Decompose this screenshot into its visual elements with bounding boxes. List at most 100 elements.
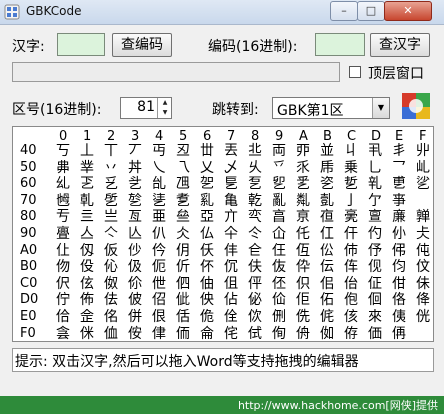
char-cell[interactable]: 乶 — [392, 177, 406, 191]
char-cell[interactable]: 丯 — [392, 144, 406, 158]
char-cell[interactable]: 伹 — [224, 277, 238, 291]
char-cell[interactable]: 仭 — [80, 244, 94, 258]
char-cell[interactable]: 仐 — [224, 227, 238, 241]
char-cell[interactable]: 亄 — [320, 194, 334, 208]
char-cell[interactable]: 佪 — [368, 293, 382, 307]
char-cell[interactable]: 佡 — [272, 293, 286, 307]
char-cell[interactable]: 伓 — [200, 260, 214, 274]
char-cell[interactable]: 乿 — [200, 194, 214, 208]
char-cell[interactable]: 來 — [368, 310, 382, 324]
char-cell[interactable]: 乷 — [416, 177, 430, 191]
char-cell[interactable]: 丱 — [416, 144, 430, 158]
hanzi-input[interactable] — [57, 33, 105, 56]
char-cell[interactable]: 乪 — [176, 177, 190, 191]
char-cell[interactable]: 侒 — [128, 327, 142, 341]
char-cell[interactable]: 佒 — [200, 293, 214, 307]
char-cell[interactable]: 亂 — [272, 194, 286, 208]
char-cell[interactable]: 亷 — [392, 210, 406, 224]
char-cell[interactable]: 仸 — [200, 244, 214, 258]
char-cell[interactable]: 佭 — [416, 293, 430, 307]
char-cell[interactable]: 仴 — [176, 244, 190, 258]
char-cell[interactable]: 伇 — [80, 260, 94, 274]
char-cell[interactable]: 仩 — [56, 244, 70, 258]
char-cell[interactable]: 亸 — [416, 210, 430, 224]
spin-up-icon[interactable]: ▲ — [158, 98, 172, 108]
char-cell[interactable]: 乛 — [392, 161, 406, 175]
area-spinner[interactable]: 81 ▲ ▼ — [120, 97, 172, 119]
char-cell[interactable]: 乄 — [224, 161, 238, 175]
close-button[interactable]: ✕ — [384, 1, 432, 21]
char-cell[interactable]: 亾 — [128, 227, 142, 241]
char-cell[interactable]: 乣 — [56, 177, 70, 191]
char-cell[interactable]: 乥 — [104, 177, 118, 191]
char-cell[interactable]: 乺 — [104, 194, 118, 208]
char-cell[interactable]: 丂 — [56, 144, 70, 158]
char-cell[interactable]: 侓 — [152, 327, 166, 341]
char-cell[interactable]: 亃 — [296, 194, 310, 208]
char-cell[interactable]: 伨 — [392, 260, 406, 274]
char-cell[interactable]: 佊 — [128, 293, 142, 307]
char-cell[interactable]: 乢 — [416, 161, 430, 175]
char-cell[interactable]: 亙 — [128, 210, 142, 224]
char-cell[interactable]: 亱 — [320, 210, 334, 224]
char-cell[interactable]: 乴 — [344, 177, 358, 191]
char-cell[interactable]: 丅 — [104, 144, 118, 158]
char-cell[interactable]: 伃 — [368, 244, 382, 258]
char-cell[interactable]: 仧 — [416, 227, 430, 241]
char-cell[interactable]: 佢 — [296, 293, 310, 307]
char-cell[interactable]: 伬 — [56, 277, 70, 291]
char-cell[interactable]: 仢 — [368, 227, 382, 241]
char-cell[interactable]: 乂 — [200, 161, 214, 175]
char-cell[interactable]: 亜 — [152, 210, 166, 224]
char-cell[interactable]: 併 — [128, 310, 142, 324]
char-cell[interactable]: 侎 — [80, 327, 94, 341]
spinner-arrows[interactable]: ▲ ▼ — [157, 98, 172, 118]
char-cell[interactable]: 佅 — [416, 277, 430, 291]
char-cell[interactable]: 仱 — [152, 244, 166, 258]
char-cell[interactable]: 乭 — [248, 177, 262, 191]
char-cell[interactable]: 侚 — [272, 327, 286, 341]
char-cell[interactable]: 佷 — [152, 310, 166, 324]
char-cell[interactable]: 佦 — [320, 293, 334, 307]
char-cell[interactable]: 佌 — [176, 293, 190, 307]
char-cell[interactable]: 亰 — [296, 210, 310, 224]
char-cell[interactable]: 乼 — [152, 194, 166, 208]
char-cell[interactable]: 乚 — [368, 161, 382, 175]
char-cell[interactable]: 佱 — [80, 310, 94, 324]
jump-select[interactable]: GBK第1区 ▼ — [272, 97, 390, 119]
minimize-button[interactable]: – — [330, 1, 358, 21]
char-cell[interactable]: 伔 — [224, 260, 238, 274]
char-cell[interactable]: 佄 — [392, 277, 406, 291]
char-cell[interactable]: 亴 — [344, 210, 358, 224]
char-cell[interactable]: 亖 — [80, 210, 94, 224]
char-cell[interactable]: 丼 — [128, 161, 142, 175]
char-cell[interactable]: 乮 — [272, 177, 286, 191]
char-cell[interactable]: 佫 — [392, 293, 406, 307]
char-cell[interactable]: 丟 — [224, 144, 238, 158]
char-cell[interactable]: 侇 — [392, 310, 406, 324]
char-cell[interactable]: 乻 — [128, 194, 142, 208]
char-cell[interactable]: 乽 — [176, 194, 190, 208]
char-cell[interactable]: 乵 — [368, 177, 382, 191]
char-cell[interactable]: 亗 — [104, 210, 118, 224]
char-cell[interactable]: 丄 — [80, 144, 94, 158]
char-cell[interactable]: 丗 — [200, 144, 214, 158]
char-cell[interactable]: 乕 — [320, 161, 334, 175]
char-cell[interactable]: 仌 — [176, 227, 190, 241]
char-cell[interactable]: 亣 — [224, 210, 238, 224]
char-cell[interactable]: 侢 — [392, 327, 406, 341]
char-cell[interactable]: 佮 — [56, 310, 70, 324]
char-cell[interactable]: 侐 — [104, 327, 118, 341]
char-cell[interactable]: 乯 — [296, 177, 310, 191]
char-cell[interactable] — [416, 327, 420, 341]
char-cell[interactable]: 仾 — [296, 244, 310, 258]
topmost-checkbox[interactable] — [349, 66, 361, 78]
char-cell[interactable]: 伅 — [416, 244, 430, 258]
char-cell[interactable]: 並 — [320, 144, 334, 158]
char-cell[interactable]: 丣 — [296, 144, 310, 158]
char-cell[interactable]: 侘 — [224, 327, 238, 341]
char-cell[interactable]: 亶 — [368, 210, 382, 224]
char-cell[interactable]: 佔 — [224, 293, 238, 307]
char-cell[interactable]: 侁 — [296, 310, 310, 324]
char-cell[interactable]: 両 — [272, 144, 286, 158]
